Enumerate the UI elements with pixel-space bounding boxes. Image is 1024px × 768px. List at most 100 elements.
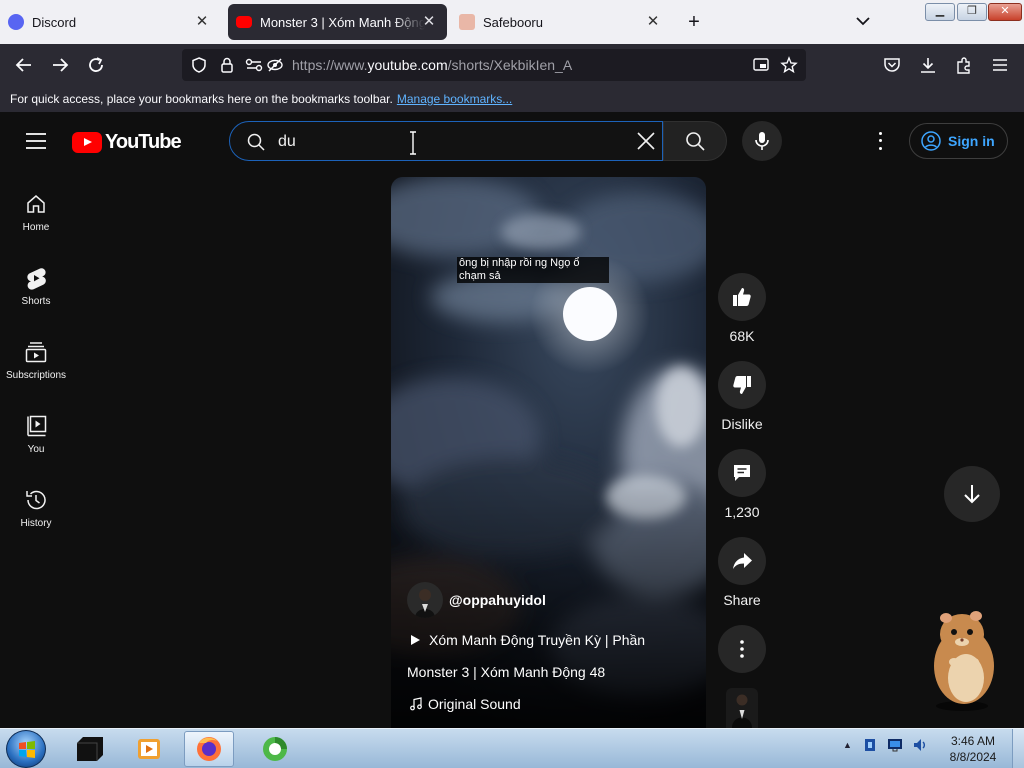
share-button[interactable] [718, 537, 766, 585]
manage-bookmarks-link[interactable]: Manage bookmarks... [397, 92, 512, 106]
url-host: youtube.com [367, 57, 448, 73]
video-title-line-2[interactable]: Monster 3 | Xóm Manh Động 48 [407, 664, 605, 680]
search-button[interactable] [663, 121, 727, 161]
show-desktop-button[interactable] [1012, 729, 1024, 768]
tab-discord[interactable]: Discord ✕ [8, 4, 220, 40]
hamburger-icon [993, 59, 1007, 71]
sidebar-item-label: History [20, 518, 52, 529]
comments-button[interactable] [718, 449, 766, 497]
dislike-button[interactable] [718, 361, 766, 409]
restore-button[interactable]: ❐ [957, 3, 987, 21]
downloads-button[interactable] [916, 53, 940, 77]
more-actions-button[interactable] [718, 625, 766, 673]
picture-in-picture-icon[interactable] [752, 56, 770, 74]
star-bookmark-icon[interactable] [780, 56, 798, 74]
youtube-icon [236, 16, 252, 28]
close-icon[interactable]: ✕ [194, 14, 210, 30]
close-icon[interactable]: ✕ [645, 14, 661, 30]
tracking-blocked-icon[interactable] [266, 56, 284, 74]
app-menu-button[interactable] [988, 53, 1012, 77]
next-video-button[interactable] [944, 466, 1000, 522]
back-button[interactable] [12, 53, 36, 77]
tab-label: Safebooru [483, 14, 543, 30]
avatar-person-icon [407, 582, 443, 618]
clock-time: 3:46 AM [950, 734, 996, 748]
sidebar-item-subscriptions[interactable]: Subscriptions [0, 324, 72, 398]
reload-button[interactable] [84, 53, 108, 77]
clear-search-icon[interactable] [636, 131, 656, 151]
url-path: /shorts/XekbikIen_A [447, 57, 573, 73]
avatar-person-icon [726, 688, 758, 728]
sidebar-item-you[interactable]: You [0, 398, 72, 472]
shorts-video-player[interactable]: ông bị nhập rồi ng Ngọ ổ chạm sả @oppahu… [391, 177, 706, 728]
sidebar-item-home[interactable]: Home [0, 176, 72, 250]
video-caption-overlay: ông bị nhập rồi ng Ngọ ổ chạm sả [457, 257, 609, 283]
tab-safebooru[interactable]: Safebooru ✕ [459, 4, 671, 40]
search-query: du [278, 133, 296, 150]
address-bar[interactable]: https://www.youtube.com/shorts/XekbikIen… [182, 49, 806, 81]
volume-icon[interactable] [912, 737, 928, 753]
sidebar-item-history[interactable]: History [0, 472, 72, 546]
taskbar-app-media-player[interactable] [124, 731, 174, 767]
taskbar-app-ccleaner[interactable] [250, 731, 300, 767]
guide-menu-icon[interactable] [24, 131, 48, 151]
shield-icon[interactable] [190, 56, 208, 74]
pocket-icon [884, 58, 900, 72]
permissions-icon[interactable] [244, 56, 264, 74]
tab-youtube-short[interactable]: Monster 3 | Xóm Manh Động 48 ✕ [228, 4, 447, 40]
pocket-button[interactable] [880, 53, 904, 77]
sound-remix-thumbnail[interactable] [726, 688, 758, 728]
like-count: 68K [729, 328, 755, 344]
show-hidden-icons-icon[interactable]: ▲ [843, 740, 852, 750]
channel-avatar[interactable] [407, 582, 443, 618]
channel-row[interactable]: @oppahuyidol [407, 582, 546, 618]
youtube-logo[interactable]: YouTube [72, 130, 182, 153]
microphone-icon [755, 132, 769, 150]
comment-count: 1,230 [724, 504, 760, 520]
cleaner-app-icon [263, 737, 287, 761]
firefox-icon [197, 737, 221, 761]
tray-security-icon[interactable] [862, 737, 878, 753]
screen: Discord ✕ Monster 3 | Xóm Manh Động 48 ✕… [0, 0, 1024, 768]
sound-label: Original Sound [428, 696, 521, 712]
taskbar-clock[interactable]: 3:46 AM 8/8/2024 [942, 733, 1004, 765]
forward-button[interactable] [48, 53, 72, 77]
dislike-label: Dislike [721, 416, 763, 432]
clock-date: 8/8/2024 [949, 750, 997, 764]
video-title-line-1[interactable]: Xóm Manh Động Truyền Kỳ | Phần [409, 632, 645, 648]
share-label: Share [723, 592, 761, 608]
extensions-button[interactable] [952, 53, 976, 77]
new-tab-plus-icon[interactable]: + [684, 12, 704, 32]
start-button[interactable] [6, 730, 46, 768]
minimize-button[interactable]: ▁ [925, 3, 955, 21]
youtube-wordmark: YouTube [105, 130, 182, 153]
share-arrow-icon [733, 553, 752, 569]
voice-search-button[interactable] [742, 121, 782, 161]
chevron-down-icon[interactable] [854, 14, 872, 28]
arrow-down-icon [964, 485, 980, 504]
home-icon [27, 195, 45, 213]
hamster-desktop-pet[interactable] [918, 604, 1010, 714]
comment-icon [734, 465, 750, 481]
like-button[interactable] [718, 273, 766, 321]
close-icon[interactable]: ✕ [421, 14, 437, 30]
url-text[interactable]: https://www.youtube.com/shorts/XekbikIen… [292, 57, 572, 73]
settings-more-icon[interactable] [870, 130, 890, 152]
sound-link[interactable]: Original Sound [409, 696, 521, 712]
browser-tab-strip: Discord ✕ Monster 3 | Xóm Manh Động 48 ✕… [0, 0, 1024, 44]
sign-in-label: Sign in [948, 133, 995, 149]
taskbar-app-terminal[interactable] [64, 731, 114, 767]
sign-in-button[interactable]: Sign in [909, 123, 1008, 159]
lock-icon[interactable] [218, 56, 236, 74]
search-icon [247, 133, 265, 151]
taskbar-app-firefox[interactable] [184, 731, 234, 767]
close-window-button[interactable]: ✕ [988, 3, 1022, 21]
network-monitor-icon[interactable] [886, 737, 904, 753]
sidebar-item-shorts[interactable]: Shorts [0, 250, 72, 324]
windows-logo-icon [19, 741, 35, 758]
channel-handle[interactable]: @oppahuyidol [449, 592, 546, 608]
tab-label: Discord [32, 14, 77, 30]
search-input[interactable]: du [229, 121, 663, 161]
url-prefix: https://www. [292, 57, 368, 73]
arrow-right-icon [53, 58, 69, 72]
